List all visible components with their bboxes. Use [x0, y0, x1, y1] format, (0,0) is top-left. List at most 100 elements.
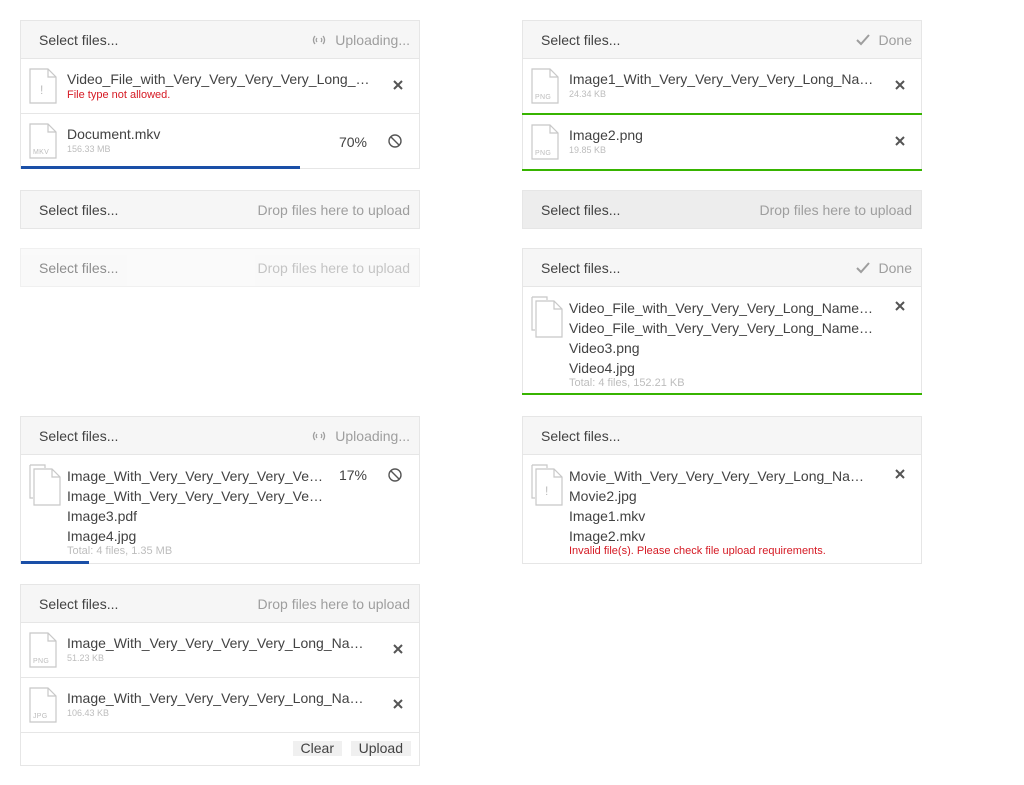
dropzone: Select files... Drop files here to uploa…	[21, 249, 419, 286]
remove-icon[interactable]	[391, 78, 405, 92]
dropzone: Select files... Uploading...	[21, 417, 419, 455]
file-item: MKV Document.mkv 156.33 MB 70%	[21, 114, 419, 169]
select-files-button[interactable]: Select files...	[541, 32, 620, 48]
file-name: Image_With_Very_Very_Very_Very_Long_Name…	[67, 690, 374, 706]
file-name: Image3.pdf	[67, 508, 138, 524]
select-files-button[interactable]: Select files...	[39, 32, 118, 48]
file-size: 19.85 KB	[569, 145, 607, 155]
total-size: Total: 4 files, 152.21 KB	[569, 378, 685, 388]
file-name: Video_File_with_Very_Very_Very_Long_Name…	[569, 300, 874, 316]
select-files-button[interactable]: Select files...	[39, 596, 118, 612]
select-files-button[interactable]: Select files...	[39, 428, 118, 444]
dropzone[interactable]: Select files... Drop files here to uploa…	[21, 191, 419, 228]
file-names-list: Video_File_with_Very_Very_Very_Long_Name…	[569, 298, 874, 388]
file-image-icon: PNG	[29, 632, 57, 668]
upload-empty-hover: Select files... Drop files here to uploa…	[522, 190, 922, 229]
status-text: Uploading...	[335, 32, 410, 48]
uploading-icon	[313, 35, 326, 45]
files-invalid-icon: !	[531, 464, 563, 506]
file-image-icon: JPG	[29, 687, 57, 723]
upload-invalid-batch: Select files... ! Movie_With_Very_Very_V…	[522, 416, 922, 564]
remove-icon[interactable]	[893, 78, 907, 92]
file-name: Image_With_Very_Very_Very_Very_Very_Long…	[67, 468, 327, 484]
remove-icon[interactable]	[391, 642, 405, 656]
clear-button[interactable]: Clear	[292, 741, 342, 756]
progress-bar	[21, 166, 300, 169]
upload-status: Uploading...	[311, 428, 410, 444]
file-name: Video_File_with_Very_Very_Very_Very_Long…	[67, 71, 370, 87]
status-text: Done	[878, 32, 912, 48]
file-size: 106.43 KB	[67, 708, 110, 718]
total-size: Total: 4 files, 1.35 MB	[67, 546, 173, 556]
check-icon	[855, 34, 870, 46]
validation-error: Invalid file(s). Please check file uploa…	[569, 546, 826, 556]
upload-button[interactable]: Upload	[350, 741, 411, 756]
upload-status: Done	[855, 260, 912, 276]
file-error: File type not allowed.	[67, 89, 171, 101]
file-item: ! Video_File_with_Very_Very_Very_Very_Lo…	[21, 59, 419, 114]
dropzone: Select files...	[523, 417, 921, 455]
upload-empty: Select files... Drop files here to uploa…	[20, 190, 420, 229]
file-batch-item: ! Movie_With_Very_Very_Very_Very_Long_Na…	[523, 455, 921, 563]
drop-hint: Drop files here to upload	[257, 260, 410, 276]
upload-manual: Select files... Drop files here to uploa…	[20, 584, 420, 766]
file-names-list: Movie_With_Very_Very_Very_Very_Long_Name…	[569, 466, 874, 556]
success-line	[522, 169, 922, 171]
file-name: Document.mkv	[67, 126, 161, 142]
file-size: 24.34 KB	[569, 89, 607, 99]
file-name: Video_File_with_Very_Very_Very_Long_Name…	[569, 320, 874, 336]
remove-icon[interactable]	[391, 697, 405, 711]
file-name: Image1.mkv	[569, 508, 646, 524]
progress-bar	[21, 561, 89, 564]
select-files-button[interactable]: Select files...	[39, 202, 118, 218]
remove-icon[interactable]	[893, 467, 907, 481]
upload-disabled: Select files... Drop files here to uploa…	[20, 248, 420, 287]
file-size: 156.33 MB	[67, 144, 111, 154]
select-files-button[interactable]: Select files...	[541, 428, 620, 444]
dropzone[interactable]: Select files... Drop files here to uploa…	[21, 585, 419, 623]
file-image-icon: PNG	[531, 68, 559, 104]
upload-actions: Clear Upload	[21, 733, 419, 765]
cancel-upload-icon[interactable]	[387, 467, 403, 483]
file-name: Image1_With_Very_Very_Very_Very_Long_Nam…	[569, 71, 874, 87]
progress-percent: 70%	[338, 134, 367, 150]
file-name: Image4.jpg	[67, 528, 137, 544]
drop-hint: Drop files here to upload	[257, 202, 410, 218]
files-multiple-icon	[29, 464, 61, 506]
check-icon	[855, 262, 870, 274]
file-invalid-icon: !	[29, 68, 57, 104]
success-line	[522, 393, 922, 395]
remove-icon[interactable]	[893, 134, 907, 148]
upload-uploading-batch: Select files... Uploading... Image_With_…	[20, 416, 420, 564]
file-name: Image2.png	[569, 127, 643, 143]
file-name: Movie_With_Very_Very_Very_Very_Long_Name…	[569, 468, 874, 484]
select-files-button[interactable]: Select files...	[541, 260, 620, 276]
file-image-icon: PNG	[531, 124, 559, 160]
dropzone[interactable]: Select files... Drop files here to uploa…	[523, 191, 921, 228]
file-size: 51.23 KB	[67, 653, 105, 663]
file-name: Video4.jpg	[569, 360, 635, 376]
file-name: Image_With_Very_Very_Very_Very_Long_Name…	[67, 635, 374, 651]
dropzone: Select files... Uploading...	[21, 21, 419, 59]
file-icon: MKV	[29, 123, 57, 159]
upload-status: Done	[855, 32, 912, 48]
file-name: Movie2.jpg	[569, 488, 637, 504]
dropzone: Select files... Done	[523, 21, 921, 59]
files-multiple-icon	[531, 296, 563, 338]
remove-icon[interactable]	[893, 299, 907, 313]
uploading-icon	[313, 431, 326, 441]
drop-hint: Drop files here to upload	[257, 596, 410, 612]
cancel-upload-icon[interactable]	[387, 133, 403, 149]
file-name: Image2.mkv	[569, 528, 646, 544]
upload-done-single: Select files... Done PNG Image1_With_Ver…	[522, 20, 922, 171]
status-text: Uploading...	[335, 428, 410, 444]
upload-uploading-single: Select files... Uploading... ! Video_Fil…	[20, 20, 420, 169]
status-text: Done	[878, 260, 912, 276]
upload-done-batch: Select files... Done Video_File_with_Ver…	[522, 248, 922, 395]
file-batch-item: Video_File_with_Very_Very_Very_Long_Name…	[522, 287, 922, 395]
file-item: PNG Image1_With_Very_Very_Very_Very_Long…	[522, 59, 922, 115]
progress-percent: 17%	[338, 467, 367, 483]
select-files-button: Select files...	[39, 260, 119, 276]
file-item: PNG Image2.png 19.85 KB	[522, 115, 922, 171]
select-files-button[interactable]: Select files...	[541, 202, 620, 218]
